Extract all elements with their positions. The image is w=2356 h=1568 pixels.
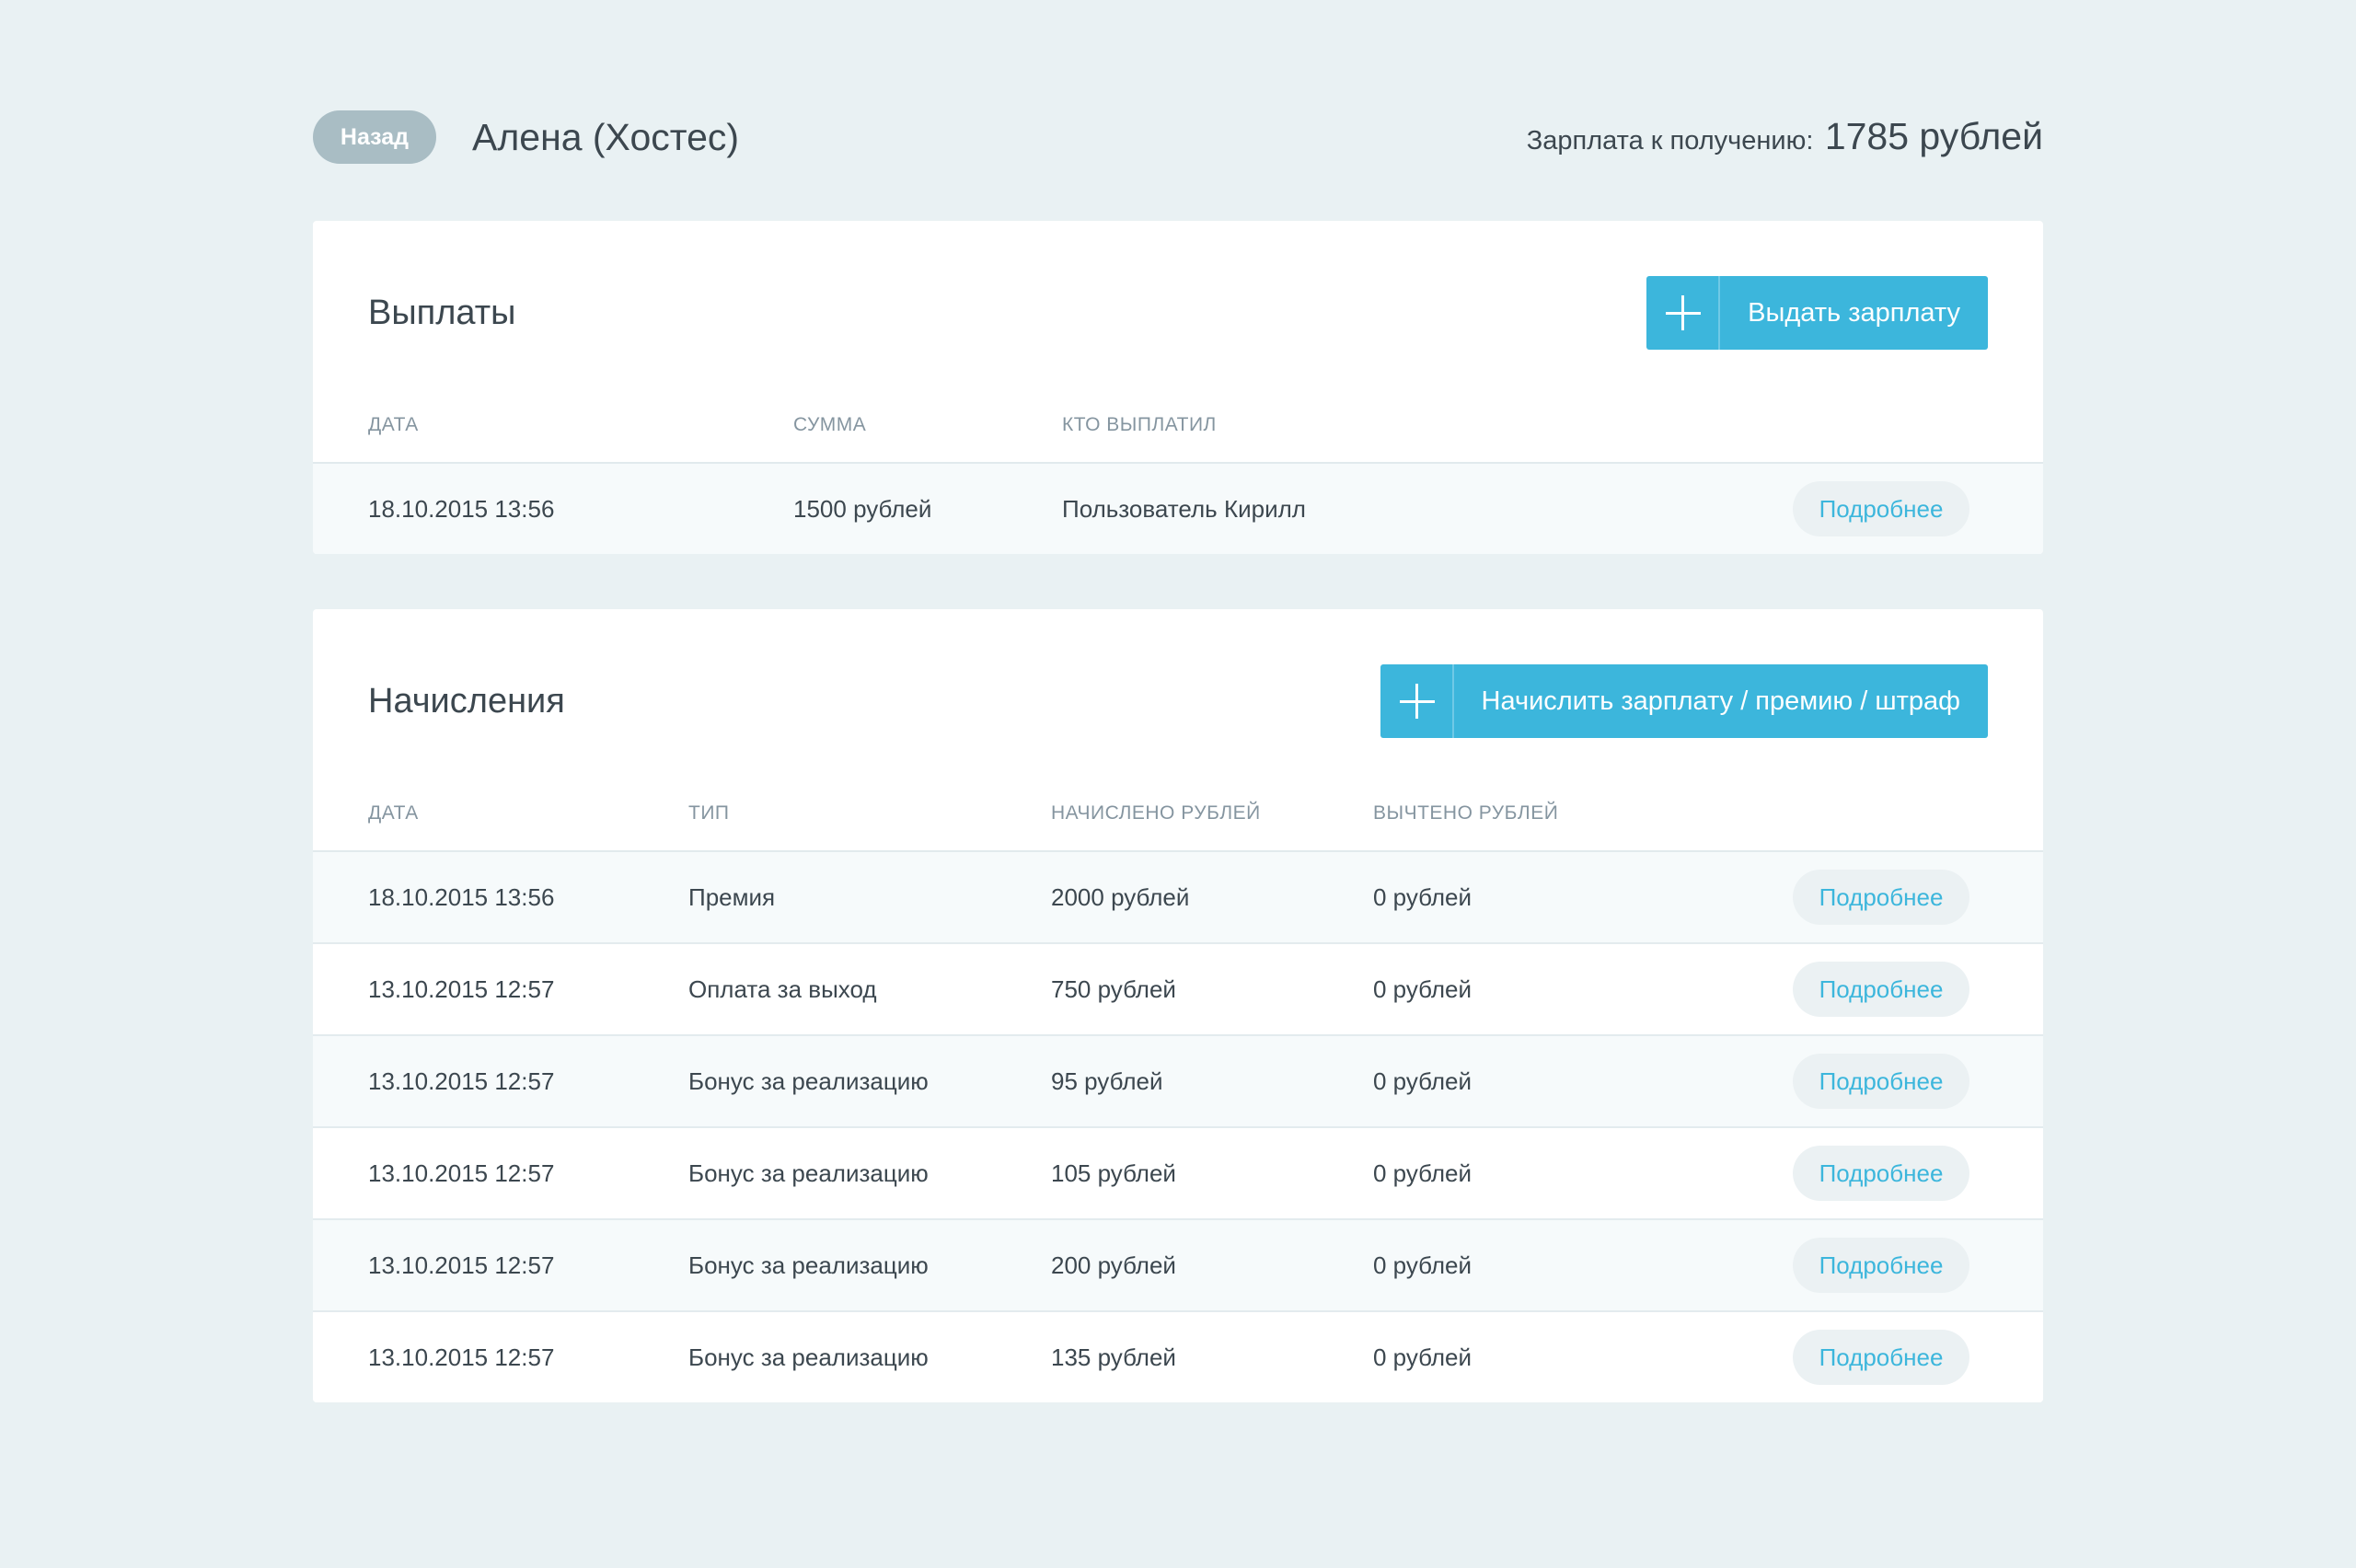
cell-type: Бонус за реализацию <box>688 1251 929 1279</box>
accruals-card: Начисления Начислить зарплату / премию /… <box>313 609 2043 1402</box>
table-header: Дата Сумма Кто выплатил <box>313 388 2043 464</box>
column-header-deducted: Вычтено рублей <box>1373 802 1559 824</box>
payouts-card: Выплаты Выдать зарплату Дата Сумма Кто в… <box>313 221 2043 554</box>
cell-date: 13.10.2015 12:57 <box>368 1159 555 1187</box>
issue-salary-button[interactable]: Выдать зарплату <box>1646 276 1988 350</box>
cell-accrued: 95 рублей <box>1051 1067 1163 1095</box>
cell-type: Бонус за реализацию <box>688 1159 929 1187</box>
cell-deducted: 0 рублей <box>1373 1343 1472 1371</box>
accruals-title: Начисления <box>368 682 565 721</box>
salary-label: Зарплата к получению: <box>1526 126 1814 156</box>
cell-accrued: 200 рублей <box>1051 1251 1176 1279</box>
cell-date: 13.10.2015 12:57 <box>368 1343 555 1371</box>
table-row: 13.10.2015 12:57 Бонус за реализацию 200… <box>313 1220 2043 1312</box>
table-row: 13.10.2015 12:57 Бонус за реализацию 135… <box>313 1312 2043 1402</box>
cell-date: 18.10.2015 13:56 <box>368 495 555 523</box>
cell-payer: Пользователь Кирилл <box>1062 495 1306 523</box>
accrue-button[interactable]: Начислить зарплату / премию / штраф <box>1380 664 1988 738</box>
back-button[interactable]: Назад <box>313 110 436 164</box>
salary-amount: 1785 рублей <box>1824 115 2043 157</box>
cell-deducted: 0 рублей <box>1373 1159 1472 1187</box>
accruals-table: Дата Тип Начислено рублей Вычтено рублей… <box>313 777 2043 1402</box>
page: Назад Алена (Хостес) Зарплата к получени… <box>313 0 2043 1402</box>
cell-date: 18.10.2015 13:56 <box>368 883 555 911</box>
details-button[interactable]: Подробнее <box>1793 962 1969 1017</box>
cell-type: Оплата за выход <box>688 975 877 1003</box>
plus-icon <box>1380 664 1454 738</box>
accrue-label: Начислить зарплату / премию / штраф <box>1481 686 1960 716</box>
cell-accrued: 135 рублей <box>1051 1343 1176 1371</box>
details-button[interactable]: Подробнее <box>1793 481 1969 536</box>
details-button[interactable]: Подробнее <box>1793 870 1969 925</box>
payouts-table: Дата Сумма Кто выплатил 18.10.2015 13:56… <box>313 388 2043 554</box>
column-header-payer: Кто выплатил <box>1062 414 1217 435</box>
column-header-date: Дата <box>368 802 419 824</box>
details-button[interactable]: Подробнее <box>1793 1054 1969 1109</box>
details-button[interactable]: Подробнее <box>1793 1238 1969 1293</box>
column-header-amount: Сумма <box>793 414 867 435</box>
details-button[interactable]: Подробнее <box>1793 1146 1969 1201</box>
cell-deducted: 0 рублей <box>1373 1251 1472 1279</box>
cell-type: Бонус за реализацию <box>688 1067 929 1095</box>
table-row: 13.10.2015 12:57 Оплата за выход 750 руб… <box>313 944 2043 1036</box>
details-button[interactable]: Подробнее <box>1793 1330 1969 1385</box>
payouts-title: Выплаты <box>368 294 516 332</box>
column-header-type: Тип <box>688 802 730 824</box>
employee-name: Алена (Хостес) <box>472 116 740 158</box>
table-row: 13.10.2015 12:57 Бонус за реализацию 95 … <box>313 1036 2043 1128</box>
cell-date: 13.10.2015 12:57 <box>368 1067 555 1095</box>
page-header: Назад Алена (Хостес) Зарплата к получени… <box>313 0 2043 221</box>
salary-summary: Зарплата к получению: 1785 рублей <box>1527 107 2043 175</box>
cell-deducted: 0 рублей <box>1373 975 1472 1003</box>
cell-deducted: 0 рублей <box>1373 1067 1472 1095</box>
cell-accrued: 2000 рублей <box>1051 883 1190 911</box>
cell-accrued: 105 рублей <box>1051 1159 1176 1187</box>
cell-type: Бонус за реализацию <box>688 1343 929 1371</box>
cell-accrued: 750 рублей <box>1051 975 1176 1003</box>
table-row: 18.10.2015 13:56 Премия 2000 рублей 0 ру… <box>313 852 2043 944</box>
issue-salary-label: Выдать зарплату <box>1748 298 1960 328</box>
column-header-accrued: Начислено рублей <box>1051 802 1261 824</box>
table-row: 18.10.2015 13:56 1500 рублей Пользовател… <box>313 464 2043 554</box>
table-row: 13.10.2015 12:57 Бонус за реализацию 105… <box>313 1128 2043 1220</box>
table-header: Дата Тип Начислено рублей Вычтено рублей <box>313 777 2043 852</box>
cell-amount: 1500 рублей <box>793 495 932 523</box>
column-header-date: Дата <box>368 414 419 435</box>
cell-type: Премия <box>688 883 776 911</box>
cell-date: 13.10.2015 12:57 <box>368 1251 555 1279</box>
cell-deducted: 0 рублей <box>1373 883 1472 911</box>
cell-date: 13.10.2015 12:57 <box>368 975 555 1003</box>
plus-icon <box>1646 276 1721 350</box>
